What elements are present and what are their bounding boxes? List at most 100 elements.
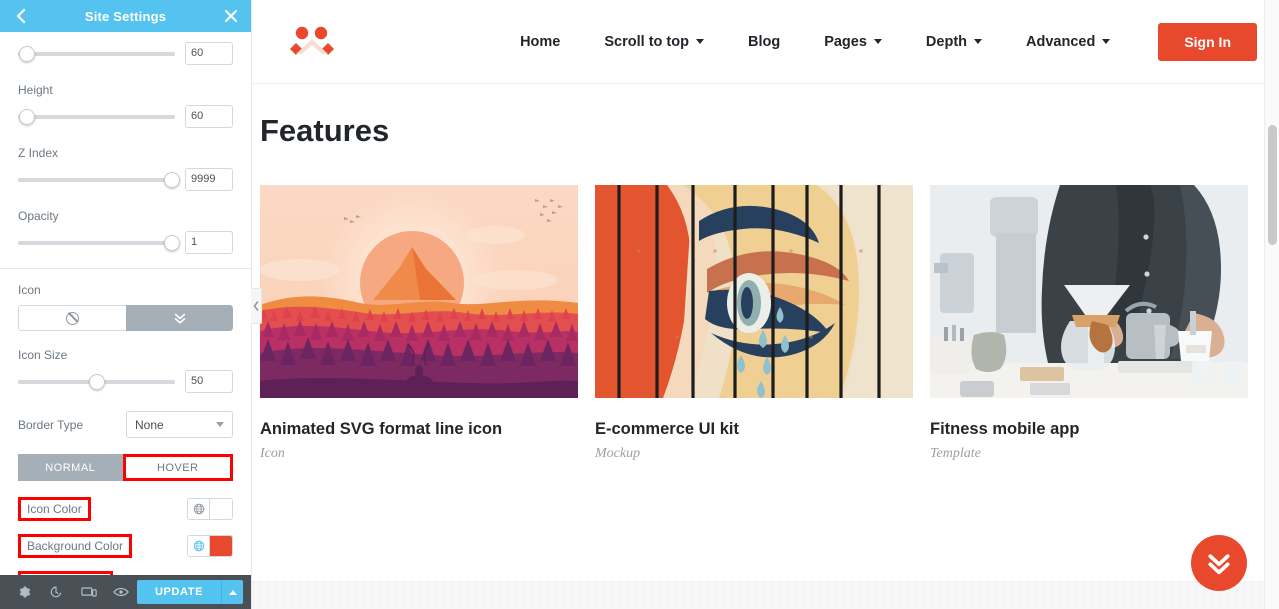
close-icon: [225, 10, 237, 22]
nav-item-depth[interactable]: Depth: [904, 34, 1004, 50]
scrollbar-thumb[interactable]: [1268, 125, 1277, 245]
z-index-label: Z Index: [18, 146, 59, 160]
tab-normal[interactable]: NORMAL: [18, 454, 123, 481]
border-type-label: Border Type: [18, 417, 84, 432]
nav-item-scroll-to-top[interactable]: Scroll to top: [582, 34, 726, 50]
preview-button[interactable]: [105, 575, 137, 609]
panel-footer: UPDATE: [0, 575, 251, 609]
width-slider-row: 60: [18, 42, 233, 65]
globe-icon-wrap[interactable]: [188, 536, 210, 556]
section-divider: [0, 268, 251, 269]
z-index-input[interactable]: 9999: [185, 168, 233, 191]
icon-chooser[interactable]: [18, 305, 233, 331]
slider-knob[interactable]: [19, 45, 36, 62]
nav-links: Home Scroll to top Blog Pages Depth Adva…: [498, 22, 1279, 61]
feature-card[interactable]: Fitness mobile app Template: [930, 185, 1248, 462]
icon-none-option[interactable]: [18, 305, 126, 331]
nav-item-pages[interactable]: Pages: [802, 34, 904, 50]
icon-size-slider[interactable]: [18, 373, 175, 390]
control-z-index: Z Index 9999: [0, 146, 251, 191]
responsive-mode-button[interactable]: [73, 575, 105, 609]
card-subtitle: Mockup: [595, 446, 641, 461]
site-content: Features Animated SVG format line icon I…: [252, 84, 1279, 462]
slider-knob[interactable]: [19, 108, 36, 125]
close-button[interactable]: [211, 0, 251, 32]
nav-label: Pages: [824, 33, 867, 50]
opacity-input[interactable]: 1: [185, 231, 233, 254]
brand-logo[interactable]: [286, 22, 338, 62]
opacity-label: Opacity: [18, 209, 59, 223]
gear-icon: [19, 586, 31, 598]
slider-track: [18, 177, 175, 182]
control-icon-size: Icon Size 50: [0, 348, 251, 393]
feature-card-grid: Animated SVG format line icon Icon E-com…: [260, 149, 1279, 462]
app-root: Site Settings 60 Height 60 Z Index 9999 …: [0, 0, 1279, 609]
slider-track: [18, 114, 175, 119]
update-group: UPDATE: [137, 580, 244, 604]
control-icon: Icon: [0, 283, 251, 331]
z-index-slider-row: 9999: [18, 168, 233, 191]
page-footer-strip: [252, 581, 1279, 609]
slider-knob[interactable]: [88, 373, 105, 390]
icon-selected-option[interactable]: [126, 305, 233, 331]
slider-track: [18, 240, 175, 245]
history-button[interactable]: [40, 575, 72, 609]
feature-card[interactable]: Animated SVG format line icon Icon: [260, 185, 578, 462]
nav-label: Advanced: [1026, 33, 1096, 50]
control-width: 60: [0, 42, 251, 65]
double-chevron-down-icon: [1208, 554, 1230, 575]
globe-icon-wrap[interactable]: [188, 499, 210, 519]
width-slider[interactable]: [18, 45, 175, 62]
tab-hover[interactable]: HOVER: [122, 454, 233, 481]
feature-card[interactable]: E-commerce UI kit Mockup: [595, 185, 913, 462]
height-input[interactable]: 60: [185, 105, 233, 128]
devices-icon: [80, 587, 97, 597]
update-button[interactable]: UPDATE: [137, 580, 222, 604]
nav-item-home[interactable]: Home: [498, 34, 582, 50]
card-subtitle: Icon: [260, 446, 285, 461]
ban-icon: [66, 311, 79, 325]
slider-track: [18, 51, 175, 56]
border-type-select[interactable]: None: [126, 411, 233, 438]
site-navbar: Home Scroll to top Blog Pages Depth Adva…: [252, 0, 1279, 84]
background-color-picker[interactable]: [187, 535, 233, 557]
icon-size-label: Icon Size: [18, 348, 68, 362]
card-title: Fitness mobile app: [930, 420, 1080, 438]
opacity-slider-row: 1: [18, 231, 233, 254]
double-chevron-down-icon: [174, 313, 185, 324]
card-title: E-commerce UI kit: [595, 420, 739, 438]
history-icon: [51, 586, 62, 598]
icon-size-input[interactable]: 50: [185, 370, 233, 393]
sunset-mountain-forest-illustration: [260, 185, 578, 398]
width-input[interactable]: 60: [185, 42, 233, 65]
update-options-button[interactable]: [221, 580, 244, 604]
card-image-sunset-mountain[interactable]: [260, 185, 578, 398]
control-background-color: Background Color: [0, 534, 251, 558]
scroll-to-top-button[interactable]: [1191, 535, 1247, 591]
sign-in-button[interactable]: Sign In: [1158, 22, 1257, 61]
back-button[interactable]: [0, 0, 40, 32]
nav-item-advanced[interactable]: Advanced: [1004, 34, 1132, 50]
site-preview: Home Scroll to top Blog Pages Depth Adva…: [252, 0, 1279, 609]
vertical-scrollbar[interactable]: [1264, 0, 1279, 609]
slider-knob[interactable]: [163, 234, 180, 251]
z-index-slider[interactable]: [18, 171, 180, 188]
opacity-slider[interactable]: [18, 234, 180, 251]
nav-item-blog[interactable]: Blog: [726, 34, 802, 50]
panel-collapse-handle[interactable]: [251, 288, 262, 324]
background-color-swatch[interactable]: [210, 536, 232, 556]
icon-color-picker[interactable]: [187, 498, 233, 520]
caret-up-icon: [228, 589, 237, 595]
card-title: Animated SVG format line icon: [260, 420, 503, 438]
card-image-street-art[interactable]: [595, 185, 913, 398]
border-type-row: Border Type None: [18, 411, 233, 438]
height-label: Height: [18, 83, 53, 97]
globe-icon: [193, 503, 204, 515]
height-slider-row: 60: [18, 105, 233, 128]
nav-label: Blog: [747, 33, 781, 50]
slider-knob[interactable]: [163, 171, 180, 188]
height-slider[interactable]: [18, 108, 175, 125]
icon-color-swatch[interactable]: [210, 499, 232, 519]
settings-button[interactable]: [8, 575, 40, 609]
card-image-barista[interactable]: [930, 185, 1248, 398]
